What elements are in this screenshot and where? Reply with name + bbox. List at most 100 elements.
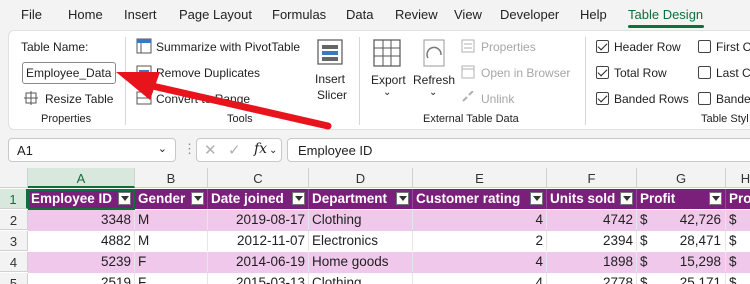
next-column-cell[interactable]: $: [726, 273, 750, 284]
tab-help[interactable]: Help: [580, 7, 607, 22]
profit-cell[interactable]: $15,298: [637, 252, 726, 272]
row-header-2[interactable]: 2: [0, 210, 28, 230]
total-row-label: Total Row: [614, 66, 667, 80]
column-header-e[interactable]: E: [413, 168, 547, 188]
profit-cell[interactable]: $25,171: [637, 273, 726, 284]
department-cell[interactable]: Electronics: [309, 231, 413, 251]
refresh-button[interactable]: Refresh: [413, 73, 455, 87]
filter-dropdown-icon[interactable]: [620, 192, 633, 205]
header-cell[interactable]: Gender: [135, 189, 208, 209]
header-cell[interactable]: Pro: [726, 189, 750, 209]
department-cell[interactable]: Clothing: [309, 210, 413, 230]
header-cell[interactable]: Department: [309, 189, 413, 209]
profit-value: 15,298: [679, 254, 721, 269]
employee-id-cell[interactable]: 2519: [28, 273, 135, 284]
header-cell[interactable]: Customer rating: [413, 189, 547, 209]
tab-page-layout[interactable]: Page Layout: [179, 7, 252, 22]
table-name-input[interactable]: Employee_Data: [22, 62, 116, 84]
tab-insert[interactable]: Insert: [124, 7, 157, 22]
filter-dropdown-icon[interactable]: [709, 192, 722, 205]
filter-dropdown-icon[interactable]: [292, 192, 305, 205]
tab-file[interactable]: File: [21, 7, 42, 22]
column-header-b[interactable]: B: [135, 168, 208, 188]
insert-function-icon[interactable]: fx: [254, 141, 267, 157]
customer-rating-cell[interactable]: 4: [413, 252, 547, 272]
enter-icon[interactable]: ✓: [228, 141, 241, 159]
filter-dropdown-icon[interactable]: [396, 192, 409, 205]
next-column-cell[interactable]: $: [726, 210, 750, 230]
tab-home[interactable]: Home: [68, 7, 103, 22]
column-header-h[interactable]: H: [726, 168, 750, 188]
total-row-checkbox[interactable]: [596, 66, 609, 79]
tab-view[interactable]: View: [454, 7, 482, 22]
tab-review[interactable]: Review: [395, 7, 438, 22]
customer-rating-cell[interactable]: 2: [413, 231, 547, 251]
row-header-3[interactable]: 3: [0, 231, 28, 251]
filter-dropdown-icon[interactable]: [191, 192, 204, 205]
tab-formulas[interactable]: Formulas: [272, 7, 326, 22]
next-column-cell[interactable]: $: [726, 252, 750, 272]
date-joined-cell[interactable]: 2015-03-13: [208, 273, 309, 284]
employee-id-cell[interactable]: 5239: [28, 252, 135, 272]
name-box[interactable]: A1 ⌄: [8, 138, 176, 162]
profit-cell[interactable]: $42,726: [637, 210, 726, 230]
tab-data[interactable]: Data: [346, 7, 373, 22]
department-cell[interactable]: Clothing: [309, 273, 413, 284]
header-cell[interactable]: Date joined: [208, 189, 309, 209]
filter-dropdown-icon[interactable]: [530, 192, 543, 205]
header-row-checkbox[interactable]: [596, 40, 609, 53]
column-header-c[interactable]: C: [208, 168, 309, 188]
header-cell[interactable]: Profit: [637, 189, 726, 209]
units-sold-cell[interactable]: 4742: [547, 210, 637, 230]
gender-cell[interactable]: M: [135, 210, 208, 230]
name-box-dropdown-icon[interactable]: ⌄: [158, 142, 167, 155]
date-joined-cell[interactable]: 2014-06-19: [208, 252, 309, 272]
summarize-pivottable-button[interactable]: Summarize with PivotTable: [156, 40, 300, 54]
refresh-dropdown-icon[interactable]: ⌄: [429, 87, 437, 98]
units-sold-cell[interactable]: 1898: [547, 252, 637, 272]
banded-rows-checkbox[interactable]: [596, 92, 609, 105]
last-column-checkbox[interactable]: [698, 66, 711, 79]
export-dropdown-icon[interactable]: ⌄: [383, 87, 391, 98]
customer-rating-cell[interactable]: 4: [413, 273, 547, 284]
date-joined-cell[interactable]: 2019-08-17: [208, 210, 309, 230]
employee-id-cell[interactable]: 3348: [28, 210, 135, 230]
tab-developer[interactable]: Developer: [500, 7, 559, 22]
export-button[interactable]: Export: [371, 73, 406, 87]
column-header-a[interactable]: A: [28, 168, 135, 188]
profit-cell[interactable]: $28,471: [637, 231, 726, 251]
row-header-1[interactable]: 1: [0, 189, 28, 209]
currency-symbol: $: [640, 254, 648, 269]
open-in-browser-button[interactable]: Open in Browser: [481, 66, 570, 80]
row-header-5[interactable]: 5: [0, 273, 28, 284]
header-cell[interactable]: Units sold: [547, 189, 637, 209]
customer-rating-cell[interactable]: 4: [413, 210, 547, 230]
department-cell[interactable]: Home goods: [309, 252, 413, 272]
employee-id-cell[interactable]: 4882: [28, 231, 135, 251]
banded-columns-checkbox[interactable]: [698, 92, 711, 105]
resize-table-button[interactable]: Resize Table: [45, 92, 113, 106]
convert-to-range-button[interactable]: Convert to Range: [156, 92, 250, 106]
column-header-d[interactable]: D: [309, 168, 413, 188]
column-header-f[interactable]: F: [547, 168, 637, 188]
tab-table-design[interactable]: Table Design: [628, 7, 703, 22]
column-header-g[interactable]: G: [637, 168, 726, 188]
insert-slicer-button-line1[interactable]: Insert: [315, 72, 345, 86]
gender-cell[interactable]: F: [135, 273, 208, 284]
date-joined-cell[interactable]: 2012-11-07: [208, 231, 309, 251]
units-sold-cell[interactable]: 2394: [547, 231, 637, 251]
gender-cell[interactable]: F: [135, 252, 208, 272]
select-all-corner[interactable]: [0, 168, 28, 188]
units-sold-cell[interactable]: 2778: [547, 273, 637, 284]
unlink-button[interactable]: Unlink: [481, 92, 514, 106]
fx-dropdown-icon[interactable]: ⌄: [269, 145, 277, 156]
cancel-icon[interactable]: ✕: [204, 141, 217, 159]
formula-input[interactable]: Employee ID: [287, 138, 750, 162]
gender-cell[interactable]: M: [135, 231, 208, 251]
properties-button[interactable]: Properties: [481, 40, 536, 54]
row-header-4[interactable]: 4: [0, 252, 28, 272]
insert-slicer-button-line2[interactable]: Slicer: [317, 88, 347, 102]
remove-duplicates-button[interactable]: Remove Duplicates: [156, 66, 260, 80]
next-column-cell[interactable]: $: [726, 231, 750, 251]
first-column-checkbox[interactable]: [698, 40, 711, 53]
